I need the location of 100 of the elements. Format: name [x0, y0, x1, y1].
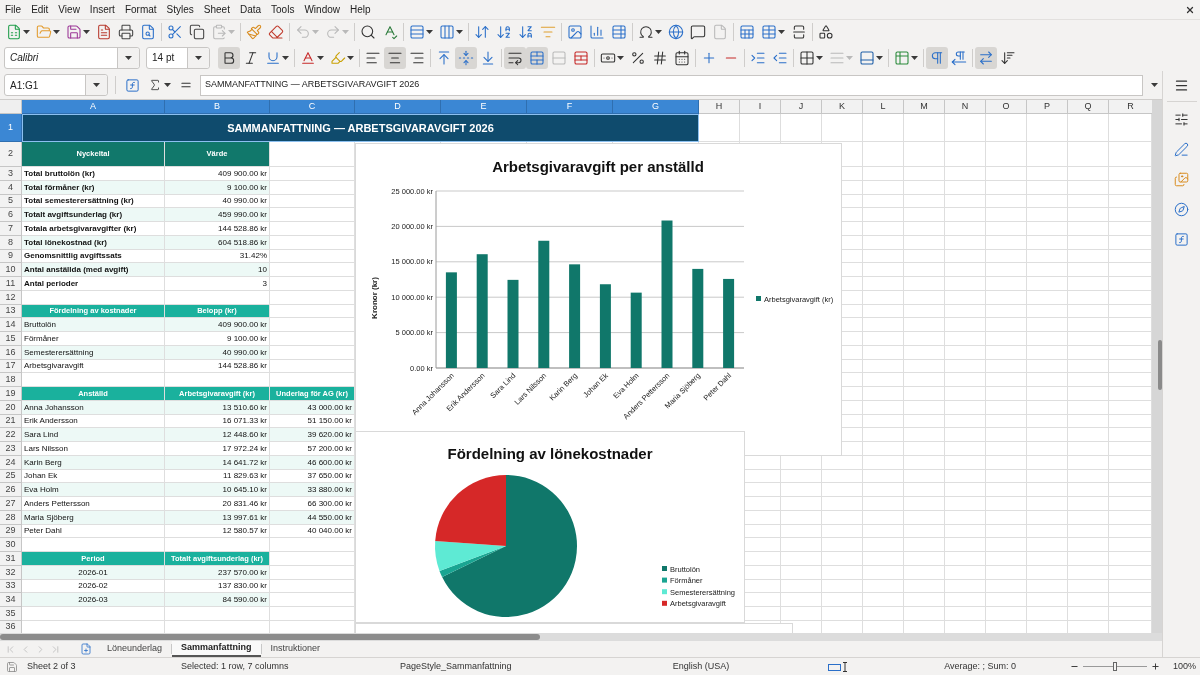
row-header[interactable]: 12 — [0, 291, 22, 305]
sigma-icon[interactable] — [148, 78, 162, 92]
compass-icon[interactable] — [1174, 201, 1189, 217]
row-header[interactable]: 29 — [0, 525, 22, 538]
row-header[interactable]: 19 — [0, 387, 22, 401]
row-header[interactable]: 26 — [0, 483, 22, 497]
row-header[interactable]: 3 — [0, 167, 22, 181]
page-plus-icon[interactable] — [80, 643, 92, 655]
menu-item[interactable]: Data — [234, 2, 267, 17]
column-header[interactable]: F — [527, 100, 613, 114]
menu-item[interactable]: Tools — [266, 2, 300, 17]
column-header[interactable]: O — [986, 100, 1027, 114]
row-header[interactable]: 22 — [0, 428, 22, 442]
column-header[interactable]: J — [781, 100, 822, 114]
horizontal-scrollbar[interactable] — [0, 633, 1162, 641]
column-header[interactable]: L — [863, 100, 904, 114]
sheet-tab[interactable]: Instruktioner — [261, 641, 330, 657]
menu-item[interactable]: Styles — [161, 2, 199, 17]
folder-icon[interactable] — [36, 24, 52, 40]
dropdown-button[interactable] — [117, 47, 139, 68]
font-size-combobox[interactable]: 14 pt — [146, 46, 210, 69]
column-header[interactable]: E — [441, 100, 527, 114]
row-header[interactable]: 7 — [0, 222, 22, 236]
row-header[interactable]: 28 — [0, 511, 22, 525]
row-header[interactable]: 35 — [0, 607, 22, 621]
row-header[interactable]: 24 — [0, 456, 22, 470]
border-color-icon[interactable] — [859, 49, 875, 66]
row-header[interactable]: 18 — [0, 373, 22, 387]
row-header[interactable]: 4 — [0, 181, 22, 195]
row-header[interactable]: 8 — [0, 236, 22, 250]
row-header[interactable]: 16 — [0, 346, 22, 360]
row-header[interactable]: 33 — [0, 580, 22, 593]
highlighter-icon[interactable] — [330, 49, 346, 66]
menu-item[interactable]: File — [0, 2, 27, 17]
column-header[interactable]: B — [165, 100, 270, 114]
menu-item[interactable]: Window — [299, 2, 345, 17]
letter-a-icon[interactable] — [300, 49, 316, 66]
row-header[interactable]: 13 — [0, 305, 22, 318]
zoom-slider[interactable] — [1083, 662, 1147, 671]
omega-icon[interactable] — [638, 24, 654, 40]
column-header[interactable]: K — [822, 100, 863, 114]
table-columns-icon[interactable] — [439, 24, 455, 40]
row-header[interactable]: 32 — [0, 566, 22, 580]
sliders-icon[interactable] — [1174, 111, 1189, 127]
column-header[interactable]: A — [22, 100, 165, 114]
menu-item[interactable]: Insert — [84, 2, 120, 17]
column-header[interactable]: Q — [1068, 100, 1109, 114]
slider-thumb[interactable] — [1113, 662, 1117, 671]
column-header[interactable]: P — [1027, 100, 1068, 114]
table-rows-icon[interactable] — [409, 24, 425, 40]
row-header[interactable]: 15 — [0, 332, 22, 346]
row-header[interactable]: 30 — [0, 538, 22, 552]
grid-icon[interactable] — [761, 24, 777, 40]
sheet-tab[interactable]: Löneunderlag — [98, 641, 172, 657]
formula-input[interactable]: SAMMANFATTNING — ARBETSGIVARAVGIFT 2026 — [200, 74, 1143, 96]
column-header[interactable]: M — [904, 100, 945, 114]
close-icon[interactable] — [1185, 4, 1195, 15]
row-header[interactable]: 23 — [0, 442, 22, 456]
pen-icon[interactable] — [1174, 141, 1189, 157]
column-header[interactable]: G — [613, 100, 699, 114]
row-header[interactable]: 27 — [0, 497, 22, 511]
images-icon[interactable] — [1174, 171, 1189, 187]
row-header[interactable]: 14 — [0, 318, 22, 332]
menu-item[interactable]: Help — [345, 2, 376, 17]
row-header[interactable]: 9 — [0, 250, 22, 263]
row-header[interactable]: 1 — [0, 114, 22, 142]
dropdown-button[interactable] — [85, 75, 107, 95]
row-header[interactable]: 20 — [0, 401, 22, 415]
selection-mode-icon[interactable] — [828, 661, 848, 672]
column-header[interactable]: I — [740, 100, 781, 114]
underline-icon[interactable] — [265, 49, 281, 66]
menu-item[interactable]: Edit — [26, 2, 54, 17]
row-header[interactable]: 25 — [0, 470, 22, 483]
dropdown-button[interactable] — [187, 47, 209, 68]
menu-item[interactable]: Format — [119, 2, 162, 17]
vertical-scrollbar[interactable] — [1152, 100, 1162, 633]
row-header[interactable]: 5 — [0, 195, 22, 208]
column-header[interactable]: N — [945, 100, 986, 114]
row-header[interactable]: 34 — [0, 593, 22, 607]
row-header[interactable]: 31 — [0, 552, 22, 566]
row-header[interactable]: 6 — [0, 208, 22, 222]
column-header[interactable]: R — [1109, 100, 1152, 114]
font-name-combobox[interactable]: Calibri — [4, 46, 140, 69]
column-header[interactable]: C — [270, 100, 355, 114]
menu-item[interactable]: Sheet — [198, 2, 235, 17]
sheet-tab[interactable]: Sammanfattning — [172, 641, 261, 657]
menu-icon[interactable] — [1174, 77, 1189, 93]
table-icon[interactable] — [894, 49, 910, 66]
name-box[interactable]: A1:G1 — [4, 74, 108, 96]
row-header[interactable]: 10 — [0, 263, 22, 277]
row-header[interactable]: 36 — [0, 621, 22, 633]
row-header[interactable]: 21 — [0, 415, 22, 428]
scrollbar-thumb[interactable] — [0, 634, 540, 640]
spreadsheet-file-icon[interactable] — [6, 24, 22, 40]
row-header[interactable]: 11 — [0, 277, 22, 291]
column-header[interactable]: D — [355, 100, 441, 114]
menu-item[interactable]: View — [53, 2, 85, 17]
borders-icon[interactable] — [799, 49, 815, 66]
column-header[interactable]: H — [699, 100, 740, 114]
plus-icon[interactable] — [1151, 662, 1160, 671]
